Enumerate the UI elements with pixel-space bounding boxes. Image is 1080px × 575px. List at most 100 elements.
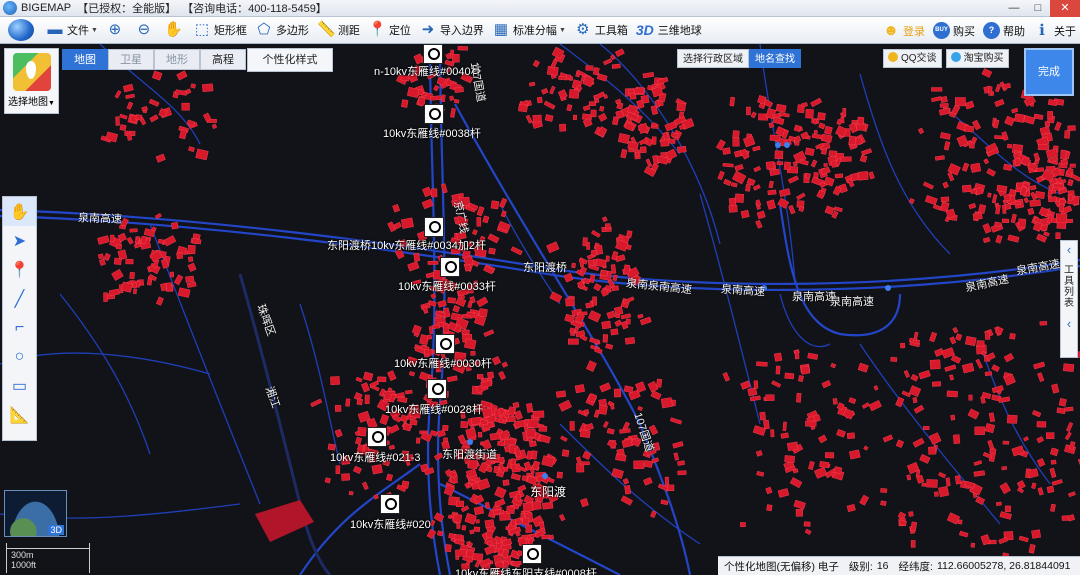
zoom-out-button[interactable]: ⊖ <box>131 18 160 43</box>
building <box>890 356 898 362</box>
rect-select-button[interactable]: ⬚ 矩形框 <box>189 18 251 43</box>
buy-label: 购买 <box>953 25 975 38</box>
qq-chat-button[interactable]: QQ交谈 <box>883 49 942 68</box>
select-map-button[interactable]: 选择地图▼ <box>4 48 59 114</box>
pole-marker[interactable] <box>367 427 387 447</box>
app-window: BIGEMAP 【已授权：全能版】 【咨询电话：400-118-5459】 — … <box>0 0 1080 575</box>
scale-metric: 300m <box>11 550 34 560</box>
measure-button[interactable]: 📏 测距 <box>313 18 364 43</box>
building <box>526 402 534 413</box>
locate-button[interactable]: 📍 定位 <box>364 18 415 43</box>
building <box>538 425 548 432</box>
building <box>840 156 852 162</box>
building <box>187 262 197 272</box>
polyline-tool-button[interactable]: ⌐ <box>3 313 36 342</box>
polygon-button[interactable]: ⬠ 多边形 <box>251 18 313 43</box>
building <box>514 410 523 421</box>
globe-3d-button[interactable]: 3D <box>4 490 67 537</box>
pole-marker[interactable] <box>435 334 455 354</box>
building <box>1067 179 1074 187</box>
building <box>532 410 545 419</box>
hand-icon: ✋ <box>163 21 183 38</box>
building <box>591 229 601 238</box>
ruler-tool-button[interactable]: 📐 <box>3 400 36 429</box>
tab-terrain[interactable]: 地形 <box>154 49 200 70</box>
building <box>857 171 869 181</box>
building <box>895 396 905 408</box>
pan-button[interactable]: ✋ <box>160 18 189 43</box>
building <box>549 85 556 95</box>
about-button[interactable]: ℹ 关于 <box>1029 18 1080 43</box>
tab-select-region[interactable]: 选择行政区域 <box>677 49 749 68</box>
import-boundary-button[interactable]: ➜ 导入边界 <box>415 18 488 43</box>
building <box>187 244 196 255</box>
minimize-button[interactable]: — <box>1002 0 1026 17</box>
building <box>880 488 888 493</box>
building <box>580 498 589 508</box>
tab-elevation[interactable]: 高程 <box>200 49 246 70</box>
building <box>1058 203 1065 213</box>
login-button[interactable]: ☻ 登录 <box>878 18 929 43</box>
toolbox-button[interactable]: ⚙ 工具箱 <box>570 18 632 43</box>
building <box>176 70 188 81</box>
pole-marker[interactable] <box>423 44 443 64</box>
building <box>752 425 766 436</box>
zoom-in-icon: ⊕ <box>108 21 122 38</box>
tile-grid-menu[interactable]: ▦ 标准分幅 ▼ <box>488 18 570 43</box>
building <box>1011 107 1019 114</box>
building <box>775 103 787 113</box>
building <box>628 148 634 153</box>
building <box>611 63 621 69</box>
buy-button[interactable]: BUY 购买 <box>929 18 979 43</box>
close-button[interactable]: ✕ <box>1050 0 1080 17</box>
building <box>895 439 904 448</box>
earth3d-button[interactable]: 3D 三维地球 <box>632 18 706 43</box>
pole-marker[interactable] <box>424 217 444 237</box>
tab-satellite[interactable]: 卫星 <box>108 49 154 70</box>
zoom-in-button[interactable]: ⊕ <box>102 18 131 43</box>
pointer-tool-button[interactable]: ➤ <box>3 226 36 255</box>
file-menu[interactable]: ▬ 文件 ▼ <box>42 18 102 43</box>
custom-style-button[interactable]: 个性化样式 <box>247 48 333 72</box>
rectangle-tool-button[interactable]: ▭ <box>3 371 36 400</box>
marker-tool-button[interactable]: 📍 <box>3 255 36 284</box>
building <box>967 408 980 420</box>
building <box>775 365 781 375</box>
building <box>857 116 865 125</box>
pole-marker[interactable] <box>522 544 542 564</box>
tab-map[interactable]: 地图 <box>62 49 108 70</box>
pole-marker[interactable] <box>440 257 460 277</box>
grid-icon: ▦ <box>493 21 509 38</box>
building <box>836 429 846 438</box>
help-button[interactable]: ? 帮助 <box>979 18 1029 43</box>
taobao-button[interactable]: 淘宝购买 <box>945 49 1009 68</box>
hand-tool-button[interactable]: ✋ <box>3 197 36 226</box>
building <box>115 243 123 250</box>
building <box>404 389 413 395</box>
circle-tool-button[interactable]: ○ <box>3 342 36 371</box>
pole-marker[interactable] <box>424 104 444 124</box>
building <box>590 109 597 118</box>
maximize-button[interactable]: □ <box>1026 0 1050 17</box>
map-canvas[interactable]: n-10kv东雁线#0040杆 10kv东雁线#0038杆 东阳渡桥10kv东雁… <box>0 44 1080 575</box>
circle-icon: ○ <box>14 347 25 365</box>
tool-list-panel[interactable]: ‹ 工具列表 ‹ <box>1060 240 1078 358</box>
building <box>952 326 959 334</box>
building <box>1001 466 1008 471</box>
building <box>482 407 493 418</box>
building <box>998 537 1008 545</box>
building <box>97 253 104 260</box>
app-menu-icon[interactable] <box>8 19 34 41</box>
tab-place-search[interactable]: 地名查找 <box>749 49 801 68</box>
building <box>1001 218 1009 223</box>
building <box>456 521 461 529</box>
done-button[interactable]: 完成 <box>1024 48 1074 96</box>
building <box>115 116 120 126</box>
pole-marker[interactable] <box>380 494 400 514</box>
building <box>633 460 645 470</box>
pole-marker[interactable] <box>427 379 447 399</box>
line-tool-button[interactable]: ╱ <box>3 284 36 313</box>
building <box>595 244 603 255</box>
building <box>677 145 687 154</box>
building <box>1036 421 1047 428</box>
